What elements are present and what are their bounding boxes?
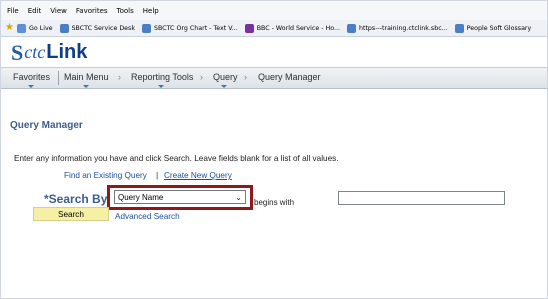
menu-favorites[interactable]: Favorites	[76, 7, 108, 15]
search-by-highlight-box: Query Name ⌄	[107, 185, 253, 210]
favorite-page-icon	[59, 23, 69, 33]
main-menu-dropdown-icon[interactable]	[83, 85, 89, 88]
favorite-label: https---training.ctclink.sbc...	[358, 24, 448, 32]
favorites-bar: ★ Go Live SBCTC Service Desk SBCTC Org C…	[1, 20, 547, 37]
favorite-item[interactable]: BBC - World Service - Ho...	[244, 23, 340, 33]
favorite-page-icon	[16, 23, 26, 33]
logo-link: Link	[46, 41, 88, 63]
find-existing-query-link[interactable]: Find an Existing Query	[64, 171, 147, 180]
menu-view[interactable]: View	[50, 7, 67, 15]
favorite-page-icon	[244, 23, 254, 33]
breadcrumb-arrow-icon: ›	[244, 72, 247, 82]
search-by-select[interactable]: Query Name ⌄	[114, 190, 246, 204]
favorites-star-icon[interactable]: ★	[5, 23, 14, 33]
menu-file[interactable]: File	[7, 7, 19, 15]
favorite-item[interactable]: People Soft Glossary	[454, 23, 532, 33]
logo-ctc: ctc	[24, 42, 46, 62]
search-by-label: *Search By	[44, 192, 108, 206]
favorite-item[interactable]: https---training.ctclink.sbc...	[346, 23, 448, 33]
browser-menu-bar: File Edit View Favorites Tools Help	[1, 1, 547, 20]
favorite-label: Go Live	[28, 24, 53, 32]
menu-edit[interactable]: Edit	[28, 7, 42, 15]
menu-tools[interactable]: Tools	[117, 7, 134, 15]
search-button[interactable]: Search	[33, 207, 109, 221]
favorite-page-icon	[346, 23, 356, 33]
nav-query-manager[interactable]: Query Manager	[258, 72, 321, 82]
query-dropdown-icon[interactable]	[221, 85, 227, 88]
search-value-input[interactable]	[338, 191, 505, 205]
menu-help[interactable]: Help	[143, 7, 159, 15]
nav-divider	[58, 71, 59, 85]
ctclink-logo: S ctc Link	[11, 41, 87, 64]
brand-header: S ctc Link	[1, 37, 547, 67]
operator-label: begins with	[254, 198, 295, 207]
chevron-down-icon[interactable]: ⌄	[235, 193, 242, 202]
breadcrumb-arrow-icon: ›	[200, 72, 203, 82]
create-new-query-link[interactable]: Create New Query	[164, 171, 232, 180]
favorite-label: People Soft Glossary	[466, 24, 532, 32]
breadcrumb-arrow-icon: ›	[118, 72, 121, 82]
nav-query[interactable]: Query	[213, 72, 238, 82]
favorite-label: SBCTC Org Chart - Text V...	[153, 24, 238, 32]
nav-main-menu[interactable]: Main Menu	[64, 72, 109, 82]
nav-reporting-tools[interactable]: Reporting Tools	[131, 72, 193, 82]
browser-window: File Edit View Favorites Tools Help ★ Go…	[0, 0, 548, 299]
advanced-search-link[interactable]: Advanced Search	[115, 212, 180, 221]
favorite-page-icon	[141, 23, 151, 33]
reporting-tools-dropdown-icon[interactable]	[158, 85, 164, 88]
favorite-item[interactable]: SBCTC Service Desk	[59, 23, 135, 33]
search-by-selected-value: Query Name	[118, 192, 164, 202]
link-separator: |	[156, 170, 159, 180]
favorite-item[interactable]: Go Live	[16, 23, 53, 33]
navigation-bar: Favorites Main Menu › Reporting Tools › …	[1, 67, 547, 89]
nav-favorites[interactable]: Favorites	[13, 72, 50, 82]
favorite-label: BBC - World Service - Ho...	[256, 24, 340, 32]
logo-mark: S	[11, 39, 24, 65]
favorite-label: SBCTC Service Desk	[71, 24, 135, 32]
favorites-dropdown-icon[interactable]	[28, 85, 34, 88]
favorite-page-icon	[454, 23, 464, 33]
page-title: Query Manager	[10, 120, 83, 131]
favorite-item[interactable]: SBCTC Org Chart - Text V...	[141, 23, 238, 33]
instructions-text: Enter any information you have and click…	[14, 154, 339, 163]
